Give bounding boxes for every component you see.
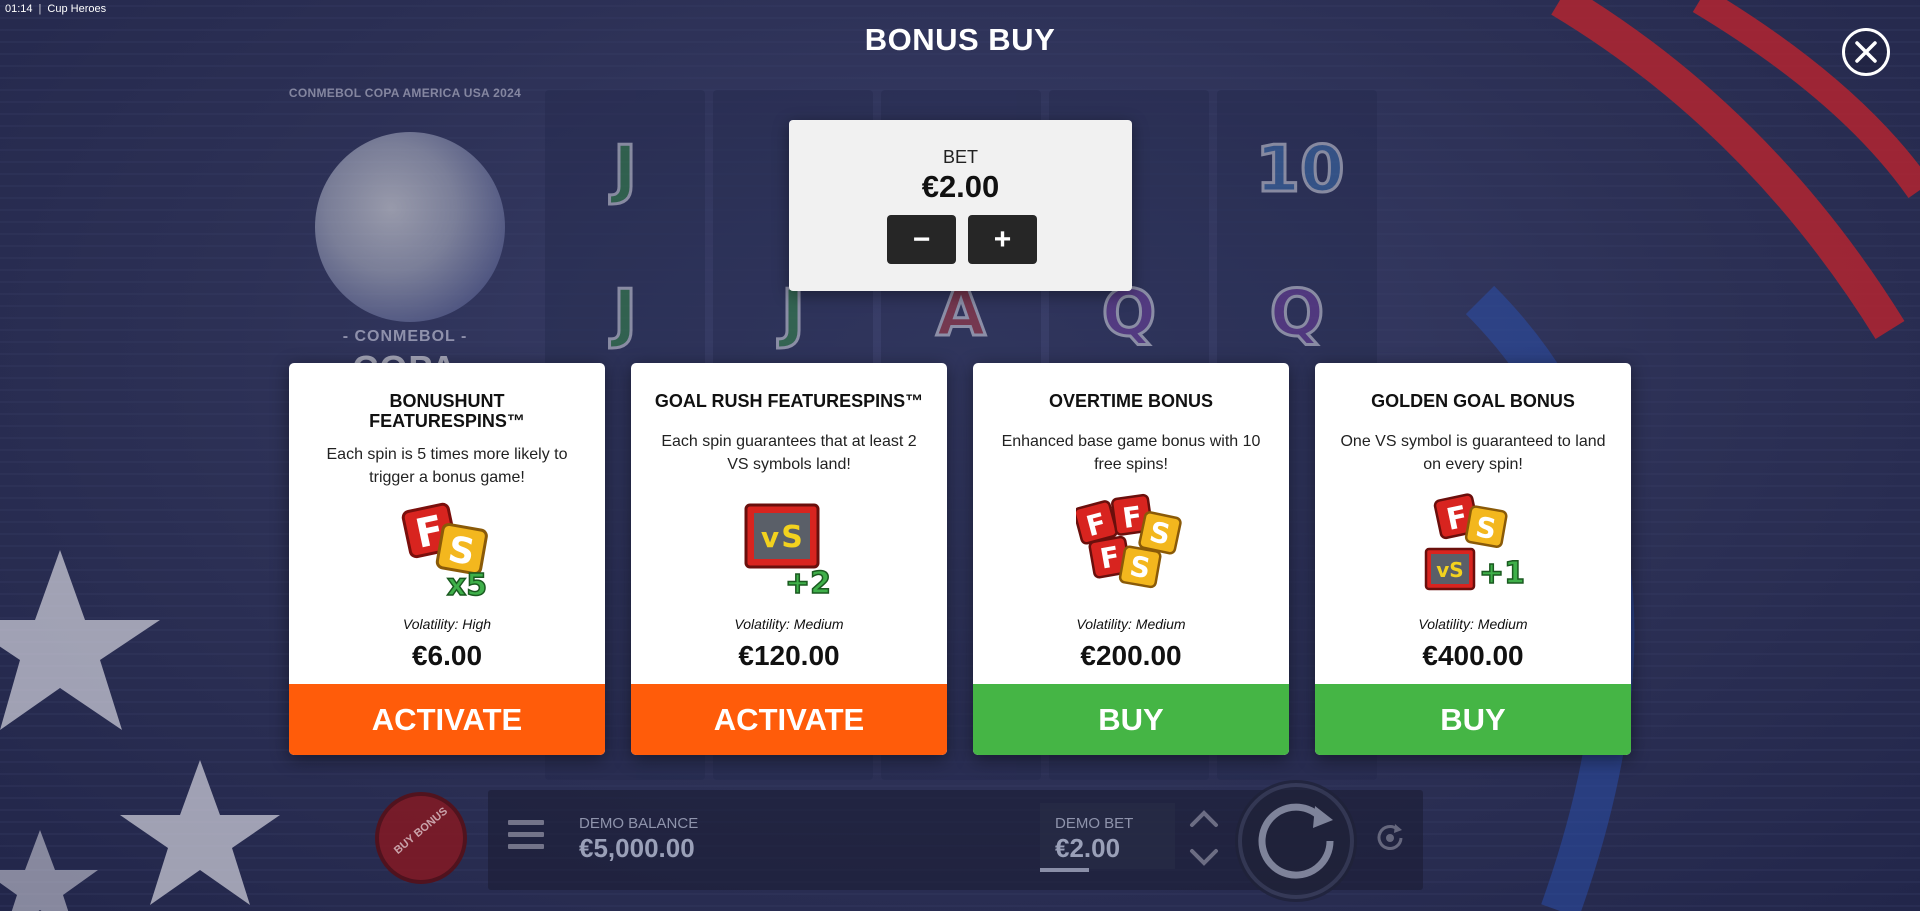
bet-value: €2.00 <box>921 169 1000 204</box>
card-price: €200.00 <box>1080 640 1182 671</box>
spin-icon <box>1238 783 1354 899</box>
card-description: Enhanced base game bonus with 10 free sp… <box>1001 433 1261 473</box>
bonus-card-goal-rush: GOAL RUSH FEATURESPINS™ Each spin guaran… <box>631 363 947 755</box>
bet-increase-button[interactable]: + <box>968 215 1037 264</box>
fs-vs-plus1-icon: F S vS +1 <box>1424 493 1526 592</box>
page-title: BONUS BUY <box>864 22 1056 57</box>
buy-button[interactable]: BUY <box>973 684 1289 755</box>
activate-button[interactable]: ACTIVATE <box>631 684 947 755</box>
buy-bonus-button[interactable]: BUY BONUS <box>375 792 467 884</box>
card-title: OVERTIME BONUS <box>1048 391 1213 411</box>
spin-button[interactable] <box>1235 780 1357 902</box>
card-volatility: Volatility: Medium <box>1418 616 1528 632</box>
svg-text:vS: vS <box>1436 558 1463 582</box>
bet-arrows-icon[interactable] <box>1180 805 1228 871</box>
card-price: €400.00 <box>1422 640 1524 671</box>
buy-button[interactable]: BUY <box>1315 684 1631 755</box>
card-title: GOLDEN GOAL BONUS <box>1371 391 1575 411</box>
svg-text:+1: +1 <box>1479 556 1525 591</box>
demo-bet-value: €2.00 <box>1055 833 1121 863</box>
status-bar: 01:14 | Cup Heroes <box>5 3 106 15</box>
demo-bet-label: DEMO BET <box>1055 815 1134 832</box>
bonus-card-bonushunt: BONUSHUNT FEATURESPINS™ Each spin is 5 t… <box>289 363 605 755</box>
vs-plus2-icon: v S +2 <box>744 503 832 602</box>
buy-bonus-label: BUY BONUS <box>391 805 451 857</box>
activate-button[interactable]: ACTIVATE <box>289 684 605 755</box>
card-price: €120.00 <box>738 640 840 671</box>
demo-balance-value: €5,000.00 <box>579 833 695 863</box>
card-title: BONUSHUNT FEATURESPINS™ <box>369 391 525 431</box>
fs-x5-icon: F S x5 <box>401 502 488 603</box>
logo-top-text: CONMEBOL COPA AMERICA USA 2024 <box>288 86 522 100</box>
bet-panel: BET €2.00 − + <box>789 120 1132 291</box>
bonus-card-golden-goal: GOLDEN GOAL BONUS One VS symbol is guara… <box>1315 363 1631 755</box>
card-description: One VS symbol is guaranteed to land on e… <box>1340 433 1606 473</box>
close-icon <box>1855 41 1877 63</box>
status-app-name: Cup Heroes <box>47 3 107 15</box>
svg-text:v: v <box>761 521 779 554</box>
card-volatility: Volatility: High <box>402 616 492 632</box>
copa-america-logo: CONMEBOL COPA AMERICA USA 2024 - CONMEBO… <box>270 86 540 431</box>
svg-text:S: S <box>781 520 803 555</box>
logo-conmebol: - CONMEBOL - <box>342 328 468 345</box>
bonus-card-overtime: OVERTIME BONUS Enhanced base game bonus … <box>973 363 1289 755</box>
card-price: €6.00 <box>411 640 483 671</box>
card-description: Each spin is 5 times more likely to trig… <box>326 446 568 486</box>
ffss-icon: F F S F S <box>1076 493 1182 589</box>
autoplay-icon[interactable] <box>1373 821 1407 855</box>
reel-symbol: J <box>612 132 639 209</box>
bet-label: BET <box>942 147 978 167</box>
status-time: 01:14 <box>5 3 33 15</box>
menu-icon[interactable] <box>508 820 544 852</box>
svg-text:x5: x5 <box>447 568 487 603</box>
card-description: Each spin guarantees that at least 2 VS … <box>661 433 917 473</box>
svg-text:+2: +2 <box>785 566 831 601</box>
bet-decrease-button[interactable]: − <box>887 215 956 264</box>
reel-symbol: Q <box>1268 276 1325 353</box>
trophy-logo-icon <box>315 132 505 322</box>
reel-symbol: 10 <box>1254 132 1346 209</box>
card-volatility: Volatility: Medium <box>734 616 844 632</box>
card-volatility: Volatility: Medium <box>1076 616 1186 632</box>
status-separator: | <box>38 3 42 15</box>
close-button[interactable] <box>1842 28 1890 76</box>
reel-symbol: J <box>612 276 639 353</box>
demo-balance-label: DEMO BALANCE <box>579 815 699 832</box>
card-title: GOAL RUSH FEATURESPINS™ <box>654 391 924 411</box>
demo-bet-indicator <box>1040 868 1089 872</box>
